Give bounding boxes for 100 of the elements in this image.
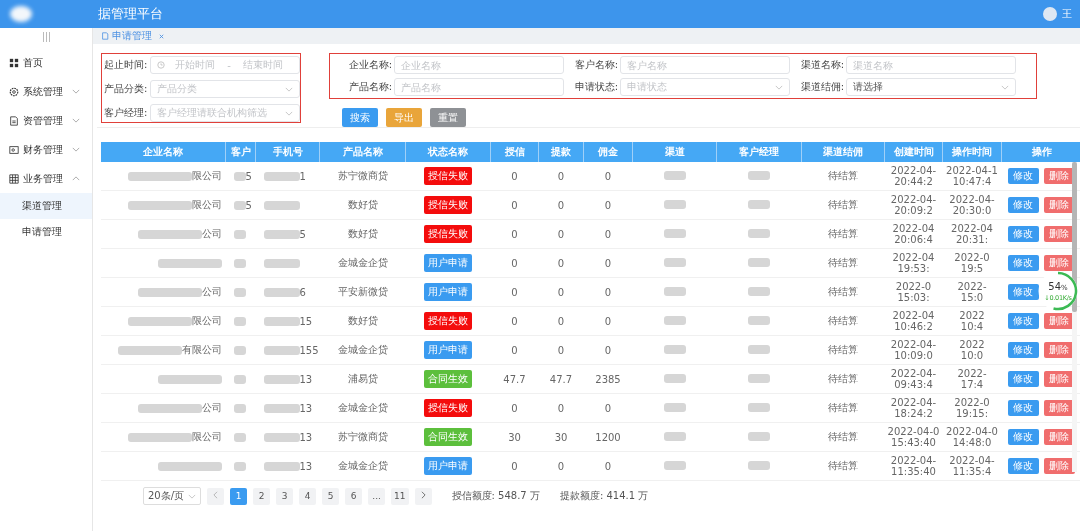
delete-button[interactable]: 删除 <box>1043 255 1075 271</box>
page-button[interactable]: 5 <box>322 487 340 505</box>
scrollbar[interactable] <box>1072 162 1077 472</box>
table-cell: 5 <box>245 199 252 211</box>
chevron-down-icon <box>285 86 293 92</box>
column-header: 操作时间 <box>942 142 1002 162</box>
sidebar-subitem[interactable]: 渠道管理 <box>0 193 92 219</box>
sidebar-item[interactable]: 业务管理 <box>0 164 92 193</box>
edit-button[interactable]: 修改 <box>1007 371 1039 387</box>
avatar-icon[interactable] <box>1043 7 1057 21</box>
table-cell: 金城金企贷 <box>337 344 388 355</box>
edit-button[interactable]: 修改 <box>1007 168 1039 184</box>
status-tag: 合同生效 <box>424 370 472 388</box>
page-button[interactable]: 4 <box>299 487 317 505</box>
table-cell: 0 <box>557 286 565 298</box>
close-icon[interactable] <box>158 32 165 40</box>
sidebar-item[interactable]: 财务管理 <box>0 135 92 164</box>
chevron-down-icon <box>775 84 783 90</box>
edit-button[interactable]: 修改 <box>1007 400 1039 416</box>
edit-button[interactable]: 修改 <box>1007 313 1039 329</box>
table-cell: 2022-04 19:53: <box>892 252 935 274</box>
page-button[interactable]: 3 <box>276 487 294 505</box>
sidebar-item[interactable]: 首页 <box>0 48 92 77</box>
table-cell: 2022-04-0 15:43:40 <box>887 426 940 448</box>
edit-button[interactable]: 修改 <box>1007 255 1039 271</box>
edit-button[interactable]: 修改 <box>1007 342 1039 358</box>
delete-button[interactable]: 删除 <box>1043 197 1075 213</box>
table-cell: 1200 <box>595 431 621 443</box>
gear-icon <box>9 86 19 97</box>
table-cell: 待结算 <box>828 460 858 471</box>
sidebar-subitem[interactable]: 申请管理 <box>0 219 92 245</box>
table-cell: 金城金企贷 <box>337 402 388 413</box>
table-cell: 浦易贷 <box>347 373 378 384</box>
page-button[interactable]: 1 <box>230 487 248 505</box>
summary-text: 授信额度: 548.7 万 <box>451 489 540 503</box>
column-header: 提款 <box>538 142 584 162</box>
table-cell: 13 <box>299 460 313 472</box>
column-header: 客户经理 <box>716 142 802 162</box>
table-cell: 5 <box>299 228 306 240</box>
page-button[interactable]: 6 <box>345 487 363 505</box>
delete-button[interactable]: 删除 <box>1043 313 1075 329</box>
table-cell: 30 <box>508 431 521 443</box>
column-header: 产品名称 <box>319 142 406 162</box>
page-size-select[interactable]: 20条/页 <box>143 487 202 505</box>
table-cell: 13 <box>299 373 313 385</box>
delete-button[interactable]: 删除 <box>1043 458 1075 474</box>
column-header: 状态名称 <box>405 142 491 162</box>
table-icon <box>9 173 19 184</box>
table-cell: 2022-0 15:03: <box>895 281 932 303</box>
filter-label: 渠道名称: <box>799 58 844 72</box>
table-cell: 2022-04- 18:24:2 <box>890 397 937 419</box>
export-button[interactable]: 导出 <box>386 108 422 127</box>
delete-button[interactable]: 删除 <box>1043 168 1075 184</box>
table-cell: 2022-04- 20:09:2 <box>890 194 937 216</box>
delete-button[interactable]: 删除 <box>1043 400 1075 416</box>
edit-button[interactable]: 修改 <box>1007 197 1039 213</box>
table-cell: 0 <box>604 344 612 356</box>
table-cell: 0 <box>511 228 518 240</box>
reset-button[interactable]: 重置 <box>430 108 466 127</box>
table-cell: 47.7 <box>503 373 526 385</box>
user-name[interactable]: 王 <box>1062 7 1072 21</box>
page-button[interactable]: ... <box>368 487 386 505</box>
table-cell: 2022-0 19:5 <box>954 252 990 274</box>
edit-button[interactable]: 修改 <box>1007 429 1039 445</box>
table-cell: 2022-04-0 14:48:0 <box>946 426 998 448</box>
filter-label: 客户名称: <box>573 58 618 72</box>
app-title: 据管理平台 <box>98 5 163 23</box>
select-field[interactable]: 请选择 <box>846 78 1016 96</box>
table-cell: 苏宁微商贷 <box>337 170 388 181</box>
delete-button[interactable]: 删除 <box>1043 371 1075 387</box>
edit-button[interactable]: 修改 <box>1007 226 1039 242</box>
table-cell: 待结算 <box>828 431 858 442</box>
table-cell: 0 <box>557 257 565 269</box>
delete-button[interactable]: 删除 <box>1043 342 1075 358</box>
page-button[interactable]: 2 <box>253 487 271 505</box>
sidebar-item[interactable]: 系统管理 <box>0 77 92 106</box>
status-tag: 授信失败 <box>424 225 472 243</box>
collapse-icon[interactable] <box>40 32 52 42</box>
filter-label: 产品名称: <box>347 80 392 94</box>
delete-button[interactable]: 删除 <box>1043 226 1075 242</box>
table-cell: 0 <box>604 402 612 414</box>
edit-button[interactable]: 修改 <box>1007 458 1039 474</box>
table-cell: 13 <box>299 431 313 443</box>
table-cell: 待结算 <box>828 315 858 326</box>
table-cell: 0 <box>604 257 612 269</box>
edit-button[interactable]: 修改 <box>1007 284 1039 300</box>
document-icon <box>9 115 19 126</box>
sidebar-item[interactable]: 资管管理 <box>0 106 92 135</box>
column-header: 佣金 <box>583 142 633 162</box>
table-cell: 2022 10:0 <box>959 339 985 361</box>
table-cell: 2022-04-1 10:47:4 <box>946 165 998 187</box>
page-tab[interactable]: 申请管理 <box>101 29 165 43</box>
filter-label: 渠道结佣: <box>799 80 844 94</box>
page-button[interactable]: 11 <box>391 487 409 505</box>
next-page-button[interactable] <box>414 487 432 505</box>
table-cell: 2022- 17:4 <box>957 368 987 390</box>
delete-button[interactable]: 删除 <box>1043 429 1075 445</box>
status-tag: 授信失败 <box>424 196 472 214</box>
previous-page-button[interactable] <box>207 487 225 505</box>
search-button[interactable]: 搜索 <box>342 108 378 127</box>
